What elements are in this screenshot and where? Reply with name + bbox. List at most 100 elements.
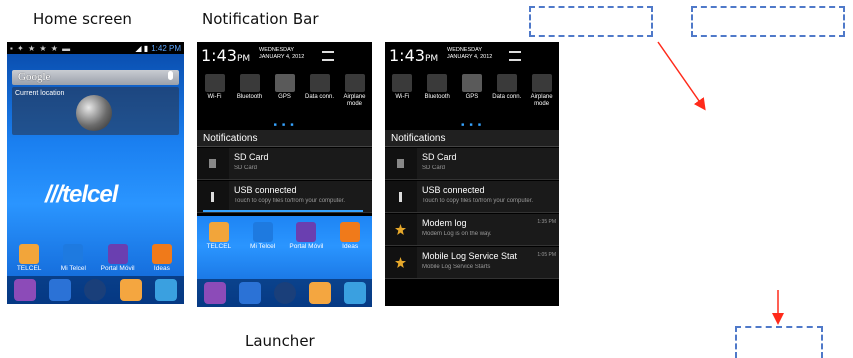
mic-icon[interactable] bbox=[168, 71, 173, 80]
ideas-icon bbox=[340, 222, 361, 242]
shade-date: WEDNESDAY JANUARY 4, 2012 bbox=[447, 47, 493, 60]
toggle-label: GPS bbox=[278, 94, 291, 100]
app-portal-movil[interactable]: Portal Móvil bbox=[286, 222, 326, 250]
status-bar[interactable]: ▪ ✦ ★ ★ ★ ▬ ◢ ▮ 1:42 PM bbox=[7, 42, 184, 54]
app-drawer-icon[interactable] bbox=[273, 282, 296, 304]
notification-title: SD Card bbox=[234, 152, 269, 162]
notification-usb[interactable]: USB connected Touch to copy files to/fro… bbox=[197, 181, 372, 213]
toggle-label: Airplane mode bbox=[530, 94, 553, 107]
notification-subtitle: Touch to copy files to/from your compute… bbox=[234, 198, 346, 204]
usb-icon bbox=[385, 181, 417, 212]
app-mi-telcel[interactable]: Mi Telcel bbox=[243, 222, 283, 250]
mail-icon[interactable] bbox=[119, 279, 142, 301]
launcher-caption: Launcher bbox=[245, 332, 315, 350]
star-icon bbox=[385, 247, 417, 278]
toggle-airplane[interactable]: Airplane mode bbox=[527, 70, 557, 120]
app-ideas[interactable]: Ideas bbox=[330, 222, 370, 250]
app-ideas[interactable]: Ideas bbox=[142, 244, 182, 272]
toggle-wifi[interactable]: Wi-Fi bbox=[387, 70, 417, 120]
toggle-label: Data conn. bbox=[492, 94, 522, 100]
wifi-icon bbox=[392, 74, 413, 92]
notification-modem-log[interactable]: Modem log Modem Log is on the way. 1:35 … bbox=[385, 214, 559, 246]
notification-subtitle: SD Card bbox=[234, 165, 258, 171]
dashed-placeholder-2 bbox=[691, 6, 845, 37]
airplane-icon bbox=[531, 74, 552, 92]
grid-icon[interactable] bbox=[203, 282, 226, 304]
app-label: Ideas bbox=[153, 265, 170, 272]
toggle-bluetooth[interactable]: Bluetooth bbox=[235, 70, 265, 120]
globe-icon bbox=[76, 95, 112, 131]
toggle-label: Bluetooth bbox=[424, 94, 450, 100]
portal-movil-icon bbox=[107, 244, 128, 264]
shade-header: 1:43PM WEDNESDAY JANUARY 4, 2012 bbox=[385, 42, 559, 68]
app-label: Mi Telcel bbox=[60, 265, 86, 272]
notifications-header: Notifications bbox=[197, 130, 372, 147]
home-screen-caption: Home screen bbox=[33, 10, 132, 28]
arrow-diagonal bbox=[657, 41, 706, 111]
toggle-airplane[interactable]: Airplane mode bbox=[340, 70, 370, 120]
toggle-bluetooth[interactable]: Bluetooth bbox=[422, 70, 452, 120]
map-icon[interactable] bbox=[155, 279, 178, 301]
notification-time: 1:35 PM bbox=[537, 219, 556, 225]
quick-toggles: Wi-Fi Bluetooth GPS Data conn. Airplane … bbox=[197, 70, 372, 120]
notification-subtitle: Mobile Log Service Starts bbox=[422, 264, 491, 270]
shade-clock: 1:43PM bbox=[201, 46, 251, 65]
bluetooth-icon bbox=[427, 74, 448, 92]
notification-subtitle: Modem Log is on the way. bbox=[422, 231, 492, 237]
notification-title: Modem log bbox=[422, 218, 467, 228]
notification-mobile-log[interactable]: Mobile Log Service Stat Mobile Log Servi… bbox=[385, 247, 559, 279]
mail-icon[interactable] bbox=[308, 282, 331, 304]
dock bbox=[197, 279, 372, 307]
toggle-label: Airplane mode bbox=[343, 94, 366, 107]
notification-sd-card[interactable]: SD Card SD Card bbox=[197, 148, 372, 180]
gps-icon bbox=[461, 74, 482, 92]
toggle-label: Bluetooth bbox=[236, 94, 263, 100]
app-telcel[interactable]: TELCEL bbox=[9, 244, 49, 272]
toggle-data[interactable]: Data conn. bbox=[492, 70, 522, 120]
grid-icon[interactable] bbox=[13, 279, 36, 301]
telcel-icon bbox=[208, 222, 229, 242]
page-indicator: ■ ■ ■ bbox=[273, 122, 296, 128]
mi-telcel-icon bbox=[63, 244, 84, 264]
settings-icon[interactable] bbox=[509, 51, 521, 61]
portal-movil-icon bbox=[296, 222, 317, 242]
shade-drag-handle[interactable] bbox=[203, 210, 363, 212]
notification-shade-partial: 1:43PM WEDNESDAY JANUARY 4, 2012 Wi-Fi Bl… bbox=[197, 42, 372, 307]
notification-shade-full: 1:43PM WEDNESDAY JANUARY 4, 2012 Wi-Fi Bl… bbox=[385, 42, 559, 306]
map-icon[interactable] bbox=[343, 282, 366, 304]
contacts-icon[interactable] bbox=[49, 279, 72, 301]
app-portal-movil[interactable]: Portal Móvil bbox=[98, 244, 138, 272]
toggle-gps[interactable]: GPS bbox=[270, 70, 300, 120]
contacts-icon[interactable] bbox=[238, 282, 261, 304]
current-location-label: Current location bbox=[15, 90, 65, 97]
quick-toggles: Wi-Fi Bluetooth GPS Data conn. Airplane … bbox=[385, 70, 559, 120]
dashed-placeholder-1 bbox=[529, 6, 653, 37]
page-indicator: ■ ■ ■ bbox=[461, 122, 483, 128]
telcel-icon bbox=[19, 244, 40, 264]
gps-icon bbox=[274, 74, 295, 92]
shade-header: 1:43PM WEDNESDAY JANUARY 4, 2012 bbox=[197, 42, 372, 68]
home-peek: TELCEL Mi Telcel Portal Móvil Ideas bbox=[197, 216, 372, 307]
app-label: TELCEL bbox=[206, 243, 232, 250]
notifications-header: Notifications bbox=[385, 130, 559, 147]
wallpaper: Google Current location ///telcel TELCEL… bbox=[7, 54, 184, 304]
toggle-label: GPS bbox=[465, 94, 479, 100]
notification-bar-caption: Notification Bar bbox=[202, 10, 319, 28]
wifi-icon bbox=[204, 74, 225, 92]
toggle-data[interactable]: Data conn. bbox=[305, 70, 335, 120]
app-row-peek: TELCEL Mi Telcel Portal Móvil Ideas bbox=[197, 222, 372, 250]
toggle-gps[interactable]: GPS bbox=[457, 70, 487, 120]
sd-card-icon bbox=[197, 148, 229, 179]
google-search-label: Google bbox=[18, 71, 51, 83]
settings-icon[interactable] bbox=[322, 51, 334, 61]
notification-sd-card[interactable]: SD Card SD Card bbox=[385, 148, 559, 180]
shade-clock: 1:43PM bbox=[389, 46, 439, 65]
brand-text: telcel bbox=[62, 181, 118, 208]
app-label: Mi Telcel bbox=[250, 243, 276, 250]
notification-usb[interactable]: USB connected Touch to copy files to/fro… bbox=[385, 181, 559, 213]
app-mi-telcel[interactable]: Mi Telcel bbox=[53, 244, 93, 272]
app-drawer-icon[interactable] bbox=[84, 279, 107, 301]
google-search-widget[interactable]: Google bbox=[12, 70, 179, 85]
toggle-wifi[interactable]: Wi-Fi bbox=[200, 70, 230, 120]
app-telcel[interactable]: TELCEL bbox=[199, 222, 239, 250]
